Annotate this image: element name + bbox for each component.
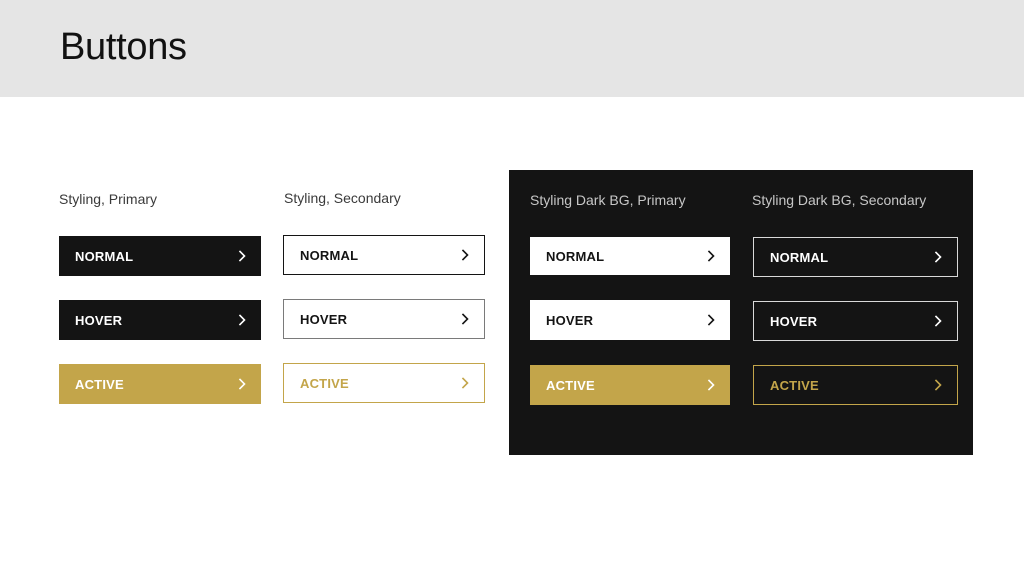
- button-label: ACTIVE: [75, 376, 124, 392]
- button-label: ACTIVE: [546, 377, 595, 393]
- button-label: ACTIVE: [770, 377, 819, 393]
- chevron-right-icon: [238, 378, 246, 390]
- chevron-right-icon: [461, 377, 469, 389]
- chevron-right-icon: [934, 379, 942, 391]
- dark-secondary-hover-button[interactable]: HOVER: [753, 301, 958, 341]
- chevron-right-icon: [934, 315, 942, 327]
- button-label: ACTIVE: [300, 375, 349, 391]
- button-label: HOVER: [300, 311, 348, 327]
- primary-active-button[interactable]: ACTIVE: [59, 364, 261, 404]
- column-label-dark-primary: Styling Dark BG, Primary: [530, 192, 686, 208]
- dark-primary-active-button[interactable]: ACTIVE: [530, 365, 730, 405]
- primary-hover-button[interactable]: HOVER: [59, 300, 261, 340]
- secondary-active-button[interactable]: ACTIVE: [283, 363, 485, 403]
- chevron-right-icon: [707, 379, 715, 391]
- column-label-primary: Styling, Primary: [59, 191, 158, 207]
- primary-normal-button[interactable]: NORMAL: [59, 236, 261, 276]
- button-label: NORMAL: [770, 249, 829, 265]
- secondary-hover-button[interactable]: HOVER: [283, 299, 485, 339]
- button-label: NORMAL: [300, 247, 359, 263]
- button-label: HOVER: [546, 312, 594, 328]
- chevron-right-icon: [461, 313, 469, 325]
- dark-secondary-active-button[interactable]: ACTIVE: [753, 365, 958, 405]
- chevron-right-icon: [461, 249, 469, 261]
- chevron-right-icon: [238, 314, 246, 326]
- page-title: Buttons: [60, 26, 187, 68]
- button-label: NORMAL: [546, 248, 605, 264]
- column-label-secondary: Styling, Secondary: [284, 190, 401, 206]
- dark-primary-hover-button[interactable]: HOVER: [530, 300, 730, 340]
- column-label-dark-secondary: Styling Dark BG, Secondary: [752, 192, 927, 208]
- button-label: NORMAL: [75, 248, 134, 264]
- secondary-normal-button[interactable]: NORMAL: [283, 235, 485, 275]
- chevron-right-icon: [707, 250, 715, 262]
- chevron-right-icon: [934, 251, 942, 263]
- dark-primary-normal-button[interactable]: NORMAL: [530, 237, 730, 275]
- chevron-right-icon: [238, 250, 246, 262]
- button-label: HOVER: [75, 312, 123, 328]
- chevron-right-icon: [707, 314, 715, 326]
- header-bar: Buttons: [0, 0, 1024, 97]
- button-label: HOVER: [770, 313, 818, 329]
- dark-secondary-normal-button[interactable]: NORMAL: [753, 237, 958, 277]
